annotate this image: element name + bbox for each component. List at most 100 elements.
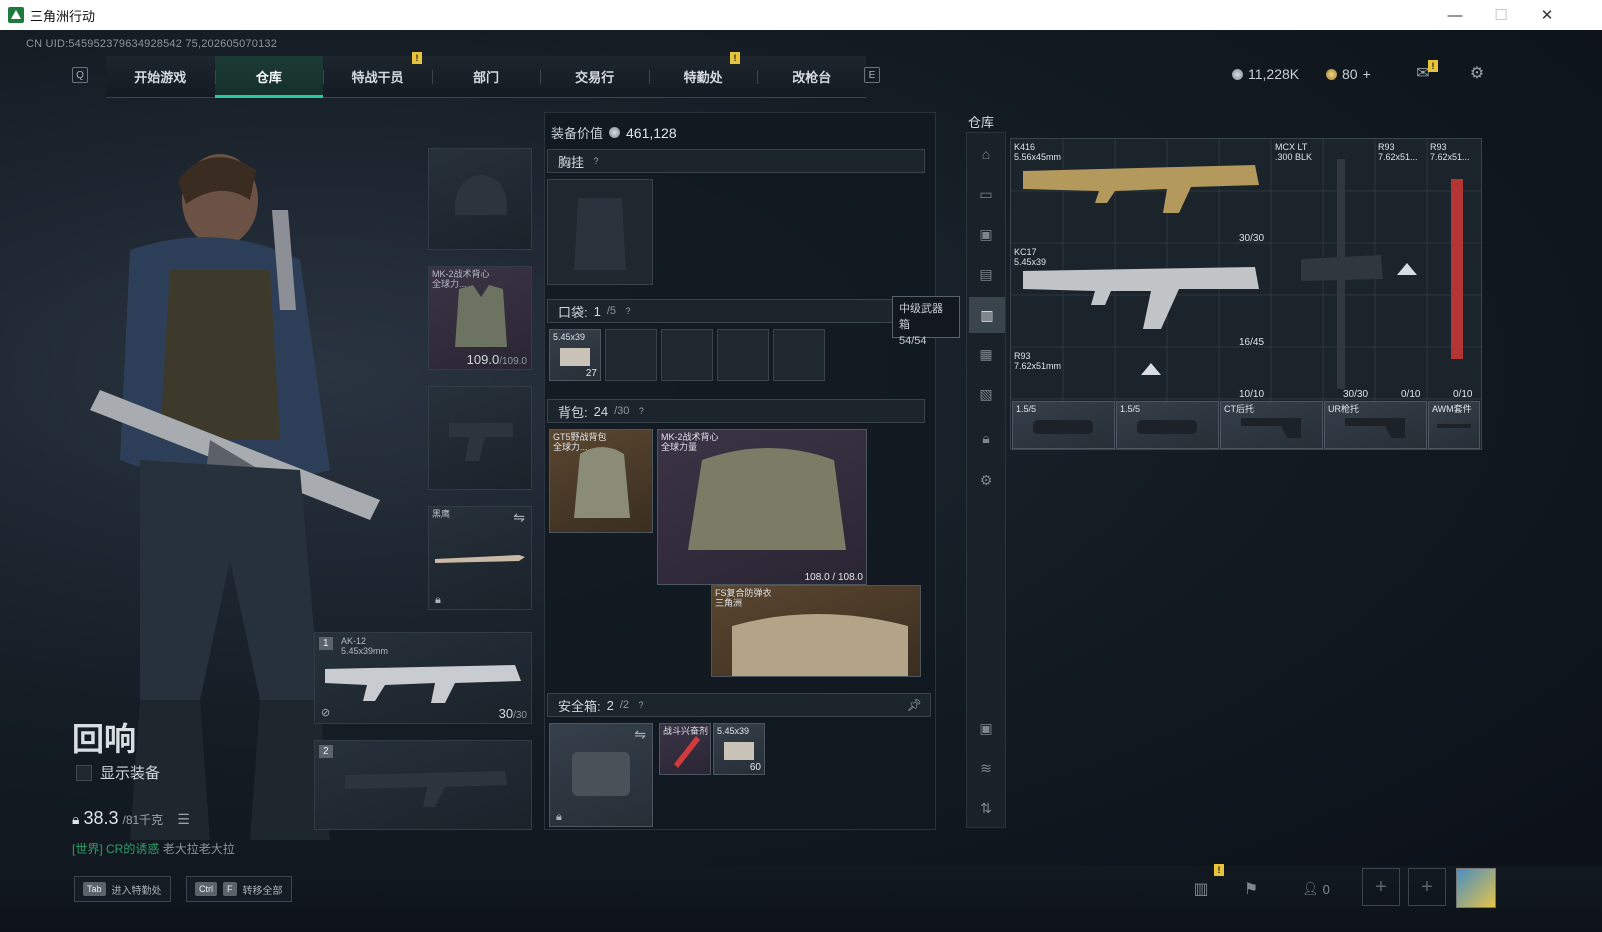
- safebox-item[interactable]: 5.45x39 60: [713, 723, 765, 775]
- sidearm-slot[interactable]: [428, 386, 532, 490]
- show-gear-checkbox[interactable]: [76, 764, 92, 781]
- backpack-item[interactable]: GT5野战背包 全球力...: [549, 429, 653, 533]
- primary-ammo: 30/30: [498, 706, 527, 721]
- safebox-count: 2: [606, 697, 614, 713]
- ctrl-keycap: Ctrl: [195, 882, 217, 896]
- attachment-label: UR枪托: [1328, 404, 1359, 414]
- attachment-item[interactable]: UR枪托: [1324, 401, 1427, 449]
- help-icon[interactable]: ?: [635, 405, 647, 417]
- settings-icon[interactable]: ⚙: [1466, 64, 1488, 82]
- attachment-item[interactable]: CT后托: [1220, 401, 1323, 449]
- close-button[interactable]: ✕: [1524, 0, 1570, 30]
- enter-special-ops-label: 进入特勤处: [111, 885, 162, 897]
- attachment-label: AWM套件: [1432, 404, 1472, 414]
- primary-slot-index: 1: [319, 637, 333, 650]
- main-nav: 开始游戏 仓库 特战干员 部门 交易行 特勤处 改枪台: [106, 56, 866, 98]
- pocket-slot[interactable]: [717, 329, 769, 381]
- storage-weapon-case-icon[interactable]: ▥: [969, 297, 1005, 333]
- attachment-item[interactable]: 1.5/5: [1012, 401, 1115, 449]
- chat-channel: [世界]: [72, 842, 103, 856]
- storage-settings-icon[interactable]: ⚙: [975, 469, 997, 491]
- nav-prev-key[interactable]: Q: [72, 67, 88, 83]
- storage-weapons-icon[interactable]: ▭: [975, 183, 997, 205]
- pocket-slot[interactable]: [605, 329, 657, 381]
- add-gold-button[interactable]: +: [1363, 66, 1371, 82]
- pocket-slot[interactable]: [661, 329, 713, 381]
- storage-layers-icon[interactable]: ≋: [975, 757, 997, 779]
- backpack-header: 背包: 24/30 ?: [547, 399, 925, 423]
- backpack-item[interactable]: FS复合防弹衣 三角洲: [711, 585, 921, 677]
- tab-special-ops[interactable]: 特勤处: [648, 56, 758, 97]
- tab-gunsmith[interactable]: 改枪台: [757, 56, 866, 97]
- storage-armor-icon[interactable]: ▤: [975, 263, 997, 285]
- tab-warehouse[interactable]: 仓库: [214, 56, 324, 98]
- add-party-slot-button[interactable]: +: [1408, 868, 1446, 906]
- gold-currency[interactable]: 80 +: [1326, 66, 1371, 82]
- pocket-ammo-count: 27: [585, 368, 597, 379]
- storage-tab-icon[interactable]: ▧: [975, 383, 997, 405]
- weapon-label: MCX LT .300 BLK: [1275, 142, 1313, 162]
- safebox-item[interactable]: 战斗兴奋剂: [659, 723, 711, 775]
- lock-icon: 🔒︎: [72, 811, 80, 827]
- nav-next-key[interactable]: E: [864, 67, 880, 83]
- safebox-swap-icon[interactable]: ⇋: [634, 726, 646, 743]
- weapon-ammo-count: 30/30: [1343, 389, 1369, 400]
- storage-sort-icon[interactable]: ⇅: [975, 797, 997, 819]
- pocket-slot[interactable]: [773, 329, 825, 381]
- help-icon[interactable]: ?: [622, 305, 634, 317]
- storage-sidebar: ⌂ ▭ ▣ ▤ ▥ ▦ ▧ 🔒︎ ⚙ ▣ ≋ ⇅: [966, 132, 1006, 828]
- melee-slot[interactable]: 黑鹰 ⇋ 🔒︎: [428, 506, 532, 610]
- transfer-all-hint[interactable]: Ctrl F 转移全部: [186, 876, 292, 902]
- weapon-ammo-count: 10/10: [1239, 389, 1265, 400]
- operator-name: 回响: [72, 721, 137, 757]
- pocket-ammo-item[interactable]: 5.45x39 27: [549, 329, 601, 381]
- item-tooltip: 中级武器箱 54/54: [892, 296, 960, 347]
- pin-icon[interactable]: 📌︎: [907, 698, 922, 712]
- safebox-slot[interactable]: ⇋ 🔒︎: [549, 723, 653, 827]
- vest-slot[interactable]: MK-2战术背心 全球力... 109.0/109.0: [428, 266, 532, 370]
- maximize-button[interactable]: ☐: [1478, 0, 1524, 30]
- attachment-item[interactable]: AWM套件: [1428, 401, 1480, 449]
- friends-button[interactable]: 👤︎ 0: [1296, 876, 1336, 902]
- swap-icon[interactable]: ⇋: [513, 509, 525, 526]
- minimize-button[interactable]: —: [1432, 0, 1478, 30]
- primary-unequip-icon[interactable]: ⊘: [321, 706, 330, 719]
- help-icon[interactable]: ?: [635, 699, 647, 711]
- friends-icon: 👤︎: [1302, 881, 1319, 896]
- game-window: 三角洲行动 — ☐ ✕ CN UID:545952379634928542 75…: [0, 0, 1602, 932]
- pockets-label: 口袋:: [558, 304, 588, 320]
- attachment-item[interactable]: 1.5/5: [1116, 401, 1219, 449]
- gold-coin-icon: [1326, 68, 1337, 80]
- weapon-ammo-count: 0/10: [1453, 389, 1473, 400]
- tab-keycap: Tab: [83, 882, 106, 896]
- backpack-item-label: MK-2战术背心 全球力量: [661, 432, 719, 452]
- chest-rig-slot[interactable]: [547, 179, 653, 285]
- silver-coin-icon: [1232, 68, 1243, 80]
- player-avatar[interactable]: [1456, 868, 1496, 908]
- storage-deposit-icon[interactable]: ▣: [975, 717, 997, 739]
- show-gear-label: 显示装备: [100, 765, 161, 782]
- primary-weapon-slot[interactable]: 1 AK-12 5.45x39mm ⊘ 30/30: [314, 632, 532, 724]
- tab-start-game[interactable]: 开始游戏: [106, 56, 215, 97]
- tab-trading[interactable]: 交易行: [540, 56, 649, 97]
- silver-currency: 11,228K: [1232, 66, 1299, 82]
- tooltip-value: 54/54: [899, 335, 927, 347]
- storage-attachments-icon[interactable]: ▣: [975, 223, 997, 245]
- flag-icon[interactable]: ⚑: [1238, 876, 1264, 902]
- weapon-label: R93 7.62x51...: [1430, 142, 1470, 162]
- storage-all-icon[interactable]: ⌂: [975, 143, 997, 165]
- backpack-count: 24: [593, 403, 609, 419]
- backpack-label: 背包:: [558, 404, 588, 420]
- enter-special-ops-hint[interactable]: Tab 进入特勤处: [74, 876, 171, 902]
- helmet-slot[interactable]: [428, 148, 532, 250]
- help-icon[interactable]: ?: [590, 155, 602, 167]
- add-party-slot-button[interactable]: +: [1362, 868, 1400, 906]
- tab-departments[interactable]: 部门: [431, 56, 541, 97]
- show-gear-toggle[interactable]: 显示装备: [76, 762, 160, 783]
- weight-detail-icon[interactable]: ☰: [177, 811, 190, 828]
- storage-tab-icon[interactable]: ▦: [975, 343, 997, 365]
- secondary-weapon-slot[interactable]: 2: [314, 740, 532, 830]
- stats-icon[interactable]: ▥: [1188, 876, 1214, 902]
- backpack-item[interactable]: MK-2战术背心 全球力量 108.0 / 108.0: [657, 429, 867, 585]
- attachment-label: 1.5/5: [1016, 404, 1037, 414]
